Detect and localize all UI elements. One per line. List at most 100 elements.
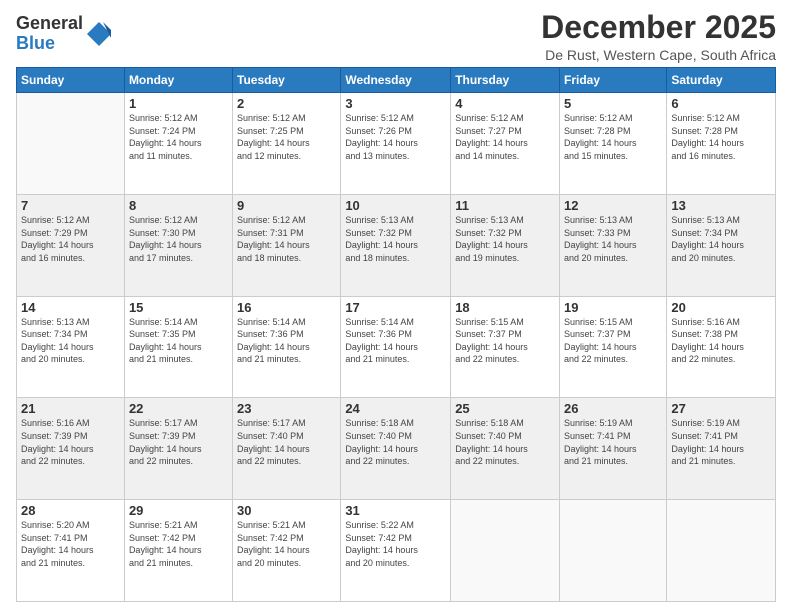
day-info: Sunrise: 5:20 AMSunset: 7:41 PMDaylight:… <box>21 519 120 569</box>
day-number: 8 <box>129 198 228 213</box>
calendar-cell: 28Sunrise: 5:20 AMSunset: 7:41 PMDayligh… <box>17 500 125 602</box>
calendar-cell: 26Sunrise: 5:19 AMSunset: 7:41 PMDayligh… <box>560 398 667 500</box>
sunset-text: Sunset: 7:31 PM <box>237 227 336 240</box>
calendar-week-row: 1Sunrise: 5:12 AMSunset: 7:24 PMDaylight… <box>17 93 776 195</box>
month-title: December 2025 <box>541 10 776 45</box>
sunrise-text: Sunrise: 5:20 AM <box>21 519 120 532</box>
sunrise-text: Sunrise: 5:12 AM <box>455 112 555 125</box>
sunset-text: Sunset: 7:28 PM <box>671 125 771 138</box>
calendar-cell <box>17 93 125 195</box>
calendar-cell: 25Sunrise: 5:18 AMSunset: 7:40 PMDayligh… <box>451 398 560 500</box>
weekday-header-friday: Friday <box>560 68 667 93</box>
daylight-text-cont: and 21 minutes. <box>129 353 228 366</box>
calendar-cell: 4Sunrise: 5:12 AMSunset: 7:27 PMDaylight… <box>451 93 560 195</box>
day-number: 29 <box>129 503 228 518</box>
sunset-text: Sunset: 7:36 PM <box>237 328 336 341</box>
sunset-text: Sunset: 7:33 PM <box>564 227 662 240</box>
calendar-cell: 3Sunrise: 5:12 AMSunset: 7:26 PMDaylight… <box>341 93 451 195</box>
day-info: Sunrise: 5:12 AMSunset: 7:28 PMDaylight:… <box>564 112 662 162</box>
day-number: 26 <box>564 401 662 416</box>
sunset-text: Sunset: 7:34 PM <box>21 328 120 341</box>
daylight-text: Daylight: 14 hours <box>345 137 446 150</box>
calendar-cell: 17Sunrise: 5:14 AMSunset: 7:36 PMDayligh… <box>341 296 451 398</box>
logo-blue: Blue <box>16 34 83 54</box>
day-number: 4 <box>455 96 555 111</box>
calendar-cell <box>667 500 776 602</box>
day-info: Sunrise: 5:21 AMSunset: 7:42 PMDaylight:… <box>129 519 228 569</box>
daylight-text: Daylight: 14 hours <box>564 443 662 456</box>
day-number: 31 <box>345 503 446 518</box>
calendar-week-row: 21Sunrise: 5:16 AMSunset: 7:39 PMDayligh… <box>17 398 776 500</box>
sunset-text: Sunset: 7:38 PM <box>671 328 771 341</box>
daylight-text: Daylight: 14 hours <box>237 443 336 456</box>
day-number: 19 <box>564 300 662 315</box>
calendar-cell: 31Sunrise: 5:22 AMSunset: 7:42 PMDayligh… <box>341 500 451 602</box>
daylight-text-cont: and 22 minutes. <box>671 353 771 366</box>
daylight-text: Daylight: 14 hours <box>237 341 336 354</box>
calendar-cell: 1Sunrise: 5:12 AMSunset: 7:24 PMDaylight… <box>124 93 232 195</box>
sunrise-text: Sunrise: 5:12 AM <box>564 112 662 125</box>
daylight-text-cont: and 18 minutes. <box>237 252 336 265</box>
weekday-header-wednesday: Wednesday <box>341 68 451 93</box>
calendar-cell: 23Sunrise: 5:17 AMSunset: 7:40 PMDayligh… <box>233 398 341 500</box>
sunset-text: Sunset: 7:32 PM <box>345 227 446 240</box>
day-info: Sunrise: 5:12 AMSunset: 7:31 PMDaylight:… <box>237 214 336 264</box>
daylight-text: Daylight: 14 hours <box>345 443 446 456</box>
calendar-cell: 24Sunrise: 5:18 AMSunset: 7:40 PMDayligh… <box>341 398 451 500</box>
daylight-text-cont: and 21 minutes. <box>345 353 446 366</box>
sunrise-text: Sunrise: 5:12 AM <box>129 112 228 125</box>
sunset-text: Sunset: 7:26 PM <box>345 125 446 138</box>
daylight-text: Daylight: 14 hours <box>345 544 446 557</box>
daylight-text-cont: and 21 minutes. <box>564 455 662 468</box>
sunrise-text: Sunrise: 5:13 AM <box>455 214 555 227</box>
calendar-cell: 19Sunrise: 5:15 AMSunset: 7:37 PMDayligh… <box>560 296 667 398</box>
calendar-cell <box>560 500 667 602</box>
daylight-text-cont: and 14 minutes. <box>455 150 555 163</box>
daylight-text-cont: and 21 minutes. <box>237 353 336 366</box>
day-info: Sunrise: 5:22 AMSunset: 7:42 PMDaylight:… <box>345 519 446 569</box>
day-number: 10 <box>345 198 446 213</box>
day-info: Sunrise: 5:12 AMSunset: 7:24 PMDaylight:… <box>129 112 228 162</box>
daylight-text-cont: and 12 minutes. <box>237 150 336 163</box>
daylight-text-cont: and 16 minutes. <box>671 150 771 163</box>
calendar-cell <box>451 500 560 602</box>
logo: General Blue <box>16 14 113 54</box>
day-info: Sunrise: 5:16 AMSunset: 7:39 PMDaylight:… <box>21 417 120 467</box>
calendar-cell: 5Sunrise: 5:12 AMSunset: 7:28 PMDaylight… <box>560 93 667 195</box>
daylight-text: Daylight: 14 hours <box>129 443 228 456</box>
daylight-text-cont: and 22 minutes. <box>237 455 336 468</box>
daylight-text-cont: and 21 minutes. <box>21 557 120 570</box>
sunrise-text: Sunrise: 5:13 AM <box>345 214 446 227</box>
day-number: 11 <box>455 198 555 213</box>
daylight-text-cont: and 20 minutes. <box>564 252 662 265</box>
daylight-text: Daylight: 14 hours <box>21 239 120 252</box>
daylight-text-cont: and 17 minutes. <box>129 252 228 265</box>
sunset-text: Sunset: 7:41 PM <box>21 532 120 545</box>
sunset-text: Sunset: 7:30 PM <box>129 227 228 240</box>
daylight-text: Daylight: 14 hours <box>129 239 228 252</box>
day-number: 30 <box>237 503 336 518</box>
day-info: Sunrise: 5:12 AMSunset: 7:25 PMDaylight:… <box>237 112 336 162</box>
calendar-cell: 12Sunrise: 5:13 AMSunset: 7:33 PMDayligh… <box>560 194 667 296</box>
day-number: 12 <box>564 198 662 213</box>
calendar-cell: 21Sunrise: 5:16 AMSunset: 7:39 PMDayligh… <box>17 398 125 500</box>
calendar-cell: 2Sunrise: 5:12 AMSunset: 7:25 PMDaylight… <box>233 93 341 195</box>
daylight-text: Daylight: 14 hours <box>21 544 120 557</box>
sunset-text: Sunset: 7:42 PM <box>129 532 228 545</box>
header: General Blue December 2025 De Rust, West… <box>16 10 776 63</box>
calendar-cell: 7Sunrise: 5:12 AMSunset: 7:29 PMDaylight… <box>17 194 125 296</box>
day-info: Sunrise: 5:14 AMSunset: 7:35 PMDaylight:… <box>129 316 228 366</box>
daylight-text: Daylight: 14 hours <box>564 239 662 252</box>
sunset-text: Sunset: 7:41 PM <box>671 430 771 443</box>
sunset-text: Sunset: 7:37 PM <box>455 328 555 341</box>
weekday-header-row: SundayMondayTuesdayWednesdayThursdayFrid… <box>17 68 776 93</box>
calendar-cell: 22Sunrise: 5:17 AMSunset: 7:39 PMDayligh… <box>124 398 232 500</box>
daylight-text: Daylight: 14 hours <box>21 443 120 456</box>
day-info: Sunrise: 5:17 AMSunset: 7:40 PMDaylight:… <box>237 417 336 467</box>
day-number: 6 <box>671 96 771 111</box>
day-number: 23 <box>237 401 336 416</box>
daylight-text: Daylight: 14 hours <box>129 341 228 354</box>
calendar-cell: 15Sunrise: 5:14 AMSunset: 7:35 PMDayligh… <box>124 296 232 398</box>
day-number: 2 <box>237 96 336 111</box>
calendar-cell: 20Sunrise: 5:16 AMSunset: 7:38 PMDayligh… <box>667 296 776 398</box>
